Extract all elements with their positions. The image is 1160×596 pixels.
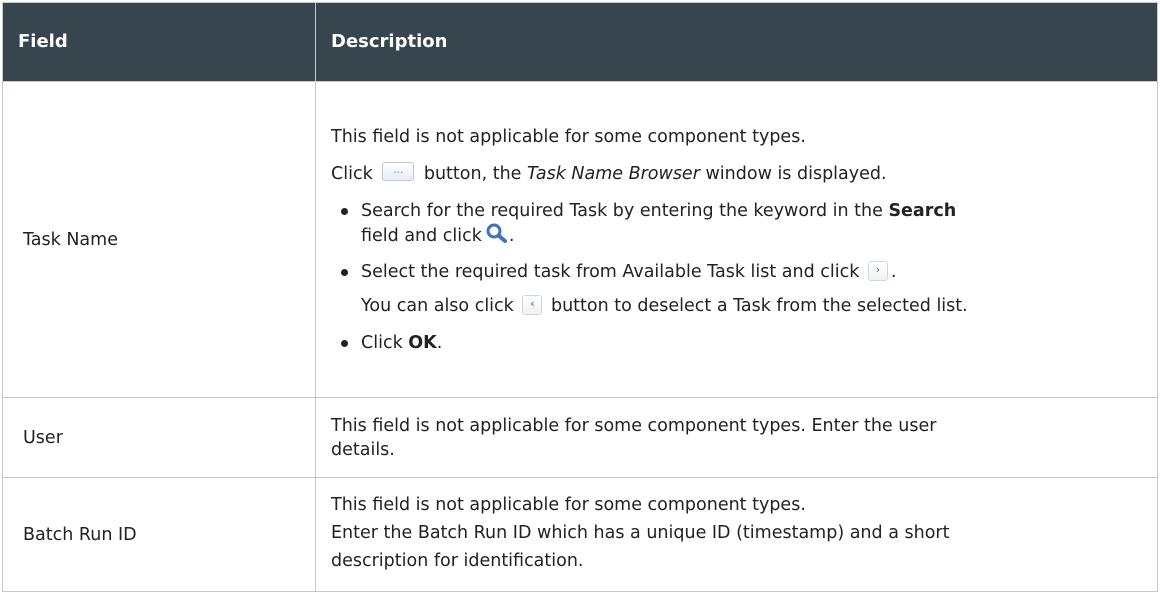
click-prefix: Click [331, 163, 373, 184]
table-header-row: Field Description [2, 2, 1158, 82]
note-suffix: button to deselect a Task from the selec… [550, 295, 968, 316]
user-desc-line-1: This field is not applicable for some co… [331, 415, 937, 436]
field-name-user: User [2, 397, 316, 478]
description-batch-run-id: This field is not applicable for some co… [315, 477, 1158, 592]
task-name-click-line: Click ... button, the Task Name Browser … [331, 161, 1142, 186]
table-row-batch-run-id: Batch Run ID This field is not applicabl… [2, 477, 1158, 592]
step-search-text-2: field and click [361, 225, 482, 246]
click-suffix: window is displayed. [705, 163, 887, 184]
list-item-search: Search for the required Task by entering… [341, 199, 1142, 250]
step-ok-prefix: Click [361, 332, 403, 353]
task-name-steps-end: Click OK. [331, 331, 1142, 355]
chevron-left-icon: ‹ [522, 294, 543, 315]
header-field: Field [2, 2, 316, 82]
field-description-table: Field Description Task Name This field i… [2, 2, 1158, 592]
table-row-task-name: Task Name This field is not applicable f… [2, 81, 1158, 398]
step-select-end: . [890, 261, 897, 282]
batch-desc-line-2: Enter the Batch Run ID which has a uniqu… [331, 522, 950, 543]
search-icon [485, 223, 509, 250]
batch-desc-line-1: This field is not applicable for some co… [331, 494, 806, 515]
step-search-text: Search for the required Task by entering… [361, 200, 883, 221]
field-name-batch-run-id: Batch Run ID [2, 477, 316, 592]
list-item-ok: Click OK. [341, 331, 1142, 355]
task-name-intro: This field is not applicable for some co… [331, 126, 806, 147]
deselect-note: You can also click ‹ button to deselect … [331, 294, 1142, 318]
description-user: This field is not applicable for some co… [315, 397, 1158, 478]
user-desc-line-2: details. [331, 439, 395, 460]
step-ok-end: . [436, 332, 443, 353]
step-search-end: . [508, 225, 515, 246]
note-prefix: You can also click [361, 295, 514, 316]
header-description: Description [315, 2, 1158, 82]
description-task-name: This field is not applicable for some co… [315, 81, 1158, 398]
batch-desc-line-3: description for identification. [331, 550, 584, 571]
field-name-task-name: Task Name [2, 81, 316, 398]
chevron-right-icon: › [867, 260, 888, 281]
browse-ellipsis-icon: ... [382, 161, 415, 181]
task-name-steps: Search for the required Task by entering… [331, 199, 1142, 284]
list-item-select: Select the required task from Available … [341, 260, 1142, 284]
browser-window-name: Task Name Browser [527, 163, 700, 184]
table-row-user: User This field is not applicable for so… [2, 397, 1158, 478]
step-select-text: Select the required task from Available … [361, 261, 860, 282]
step-search-bold: Search [888, 200, 957, 221]
step-ok-bold: OK [408, 332, 437, 353]
click-middle: button, the [423, 163, 522, 184]
